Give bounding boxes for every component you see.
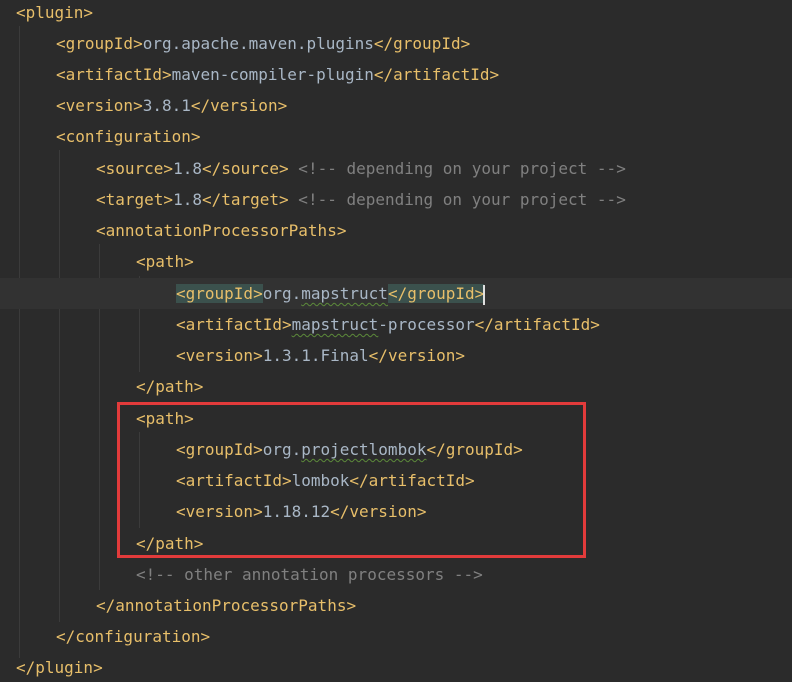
code-line[interactable]: </configuration>	[0, 621, 792, 652]
xml-tag: </groupId>	[426, 440, 523, 459]
xml-tag-matched: <groupId>	[176, 284, 263, 303]
xml-text: 1.18.12	[262, 502, 331, 521]
xml-tag: </artifactId>	[349, 471, 475, 490]
xml-text-spellcheck: mapstruct	[291, 315, 379, 334]
xml-tag: </target>	[201, 190, 289, 209]
xml-text: org.apache.maven.plugins	[142, 34, 374, 53]
code-line-current[interactable]: <groupId>org.mapstruct</groupId>	[0, 278, 792, 309]
xml-tag: </annotationProcessorPaths>	[96, 596, 357, 615]
xml-tag: </path>	[136, 377, 204, 396]
xml-tag-matched: </groupId>	[387, 284, 485, 303]
xml-tag: <annotationProcessorPaths>	[96, 221, 347, 240]
code-line[interactable]: <version>1.3.1.Final</version>	[0, 340, 792, 371]
code-line[interactable]: <version>1.18.12</version>	[0, 496, 792, 527]
code-line[interactable]: <plugin>	[0, 0, 792, 28]
xml-tag: </source>	[201, 159, 289, 178]
xml-tag: </groupId>	[373, 34, 471, 53]
xml-tag: <path>	[136, 252, 194, 271]
code-editor[interactable]: <plugin> <groupId>org.apache.maven.plugi…	[0, 0, 792, 682]
xml-tag: </artifactId>	[373, 65, 500, 84]
code-line[interactable]: <version>3.8.1</version>	[0, 90, 792, 121]
xml-text: 3.8.1	[142, 96, 191, 115]
xml-tag: <plugin>	[16, 3, 94, 22]
xml-text: 1.8	[173, 159, 202, 178]
xml-text-suffix: -processor	[378, 315, 475, 334]
code-line[interactable]: <configuration>	[0, 121, 792, 152]
code-line[interactable]: <artifactId>maven-compiler-plugin</artif…	[0, 59, 792, 90]
xml-tag: <source>	[96, 159, 174, 178]
xml-tag: <version>	[176, 502, 263, 521]
xml-comment: <!-- other annotation processors -->	[136, 565, 483, 584]
xml-tag: </version>	[190, 96, 288, 115]
code-line[interactable]: <artifactId>mapstruct-processor</artifac…	[0, 309, 792, 340]
code-line[interactable]: <annotationProcessorPaths>	[0, 215, 792, 246]
code-line[interactable]: <path>	[0, 246, 792, 277]
xml-tag: </version>	[330, 502, 427, 521]
xml-tag: <version>	[56, 96, 143, 115]
xml-text-prefix: org.	[262, 284, 302, 303]
xml-tag: <groupId>	[176, 440, 263, 459]
code-line[interactable]: </path>	[0, 371, 792, 402]
code-line[interactable]: </annotationProcessorPaths>	[0, 590, 792, 621]
xml-tag: <groupId>	[56, 34, 143, 53]
code-line[interactable]: <path>	[0, 403, 792, 434]
xml-comment: <!-- depending on your project -->	[288, 190, 626, 209]
xml-tag: <configuration>	[56, 127, 201, 146]
xml-tag: <version>	[176, 346, 263, 365]
code-line[interactable]: <groupId>org.apache.maven.plugins</group…	[0, 28, 792, 59]
xml-tag: </configuration>	[56, 627, 211, 646]
xml-text: maven-compiler-plugin	[171, 65, 374, 84]
xml-text-spellcheck: mapstruct	[301, 284, 388, 303]
xml-tag: <artifactId>	[176, 315, 292, 334]
xml-text-prefix: org.	[262, 440, 302, 459]
xml-text: lombok	[291, 471, 350, 490]
code-line[interactable]: <target>1.8</target> <!-- depending on y…	[0, 184, 792, 215]
xml-text: 1.8	[173, 190, 202, 209]
xml-tag: <artifactId>	[56, 65, 172, 84]
code-line[interactable]: <!-- other annotation processors -->	[0, 559, 792, 590]
code-line[interactable]: </plugin>	[0, 652, 792, 682]
xml-tag: <artifactId>	[176, 471, 292, 490]
code-line[interactable]: <source>1.8</source> <!-- depending on y…	[0, 153, 792, 184]
xml-text: 1.3.1.Final	[262, 346, 369, 365]
code-line[interactable]: <groupId>org.projectlombok</groupId>	[0, 434, 792, 465]
xml-text-spellcheck: projectlombok	[301, 440, 427, 459]
xml-comment: <!-- depending on your project -->	[288, 159, 626, 178]
xml-tag: </path>	[136, 534, 204, 553]
xml-tag: </plugin>	[16, 658, 103, 677]
xml-tag: </version>	[368, 346, 465, 365]
xml-tag: <target>	[96, 190, 174, 209]
code-line[interactable]: <artifactId>lombok</artifactId>	[0, 465, 792, 496]
xml-tag: </artifactId>	[474, 315, 600, 334]
code-line[interactable]: </path>	[0, 528, 792, 559]
xml-tag: <path>	[136, 409, 194, 428]
text-caret	[483, 284, 486, 305]
